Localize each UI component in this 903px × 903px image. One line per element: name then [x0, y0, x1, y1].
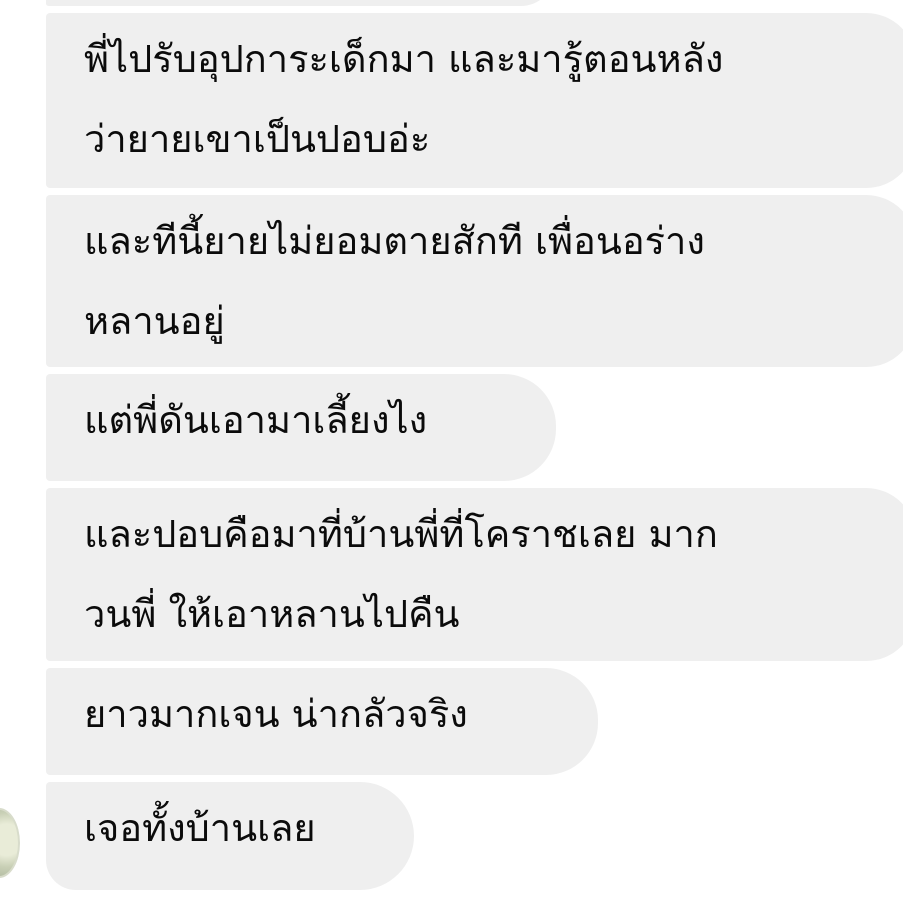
message-text-line: ว่ายายเขาเป็นปอบอ่ะ	[84, 117, 431, 161]
message-text-line: และปอบคือมาที่บ้านพี่ที่โคราชเลย มาก	[84, 512, 718, 556]
message-text-line: วนพี่ ให้เอาหลานไปคืน	[84, 592, 460, 636]
message-bubble[interactable]: และปอบคือมาที่บ้านพี่ที่โคราชเลย มาก วนพ…	[46, 488, 903, 661]
message-bubble[interactable]: พี่ไปรับอุปการะเด็กมา และมารู้ตอนหลัง ว่…	[46, 13, 903, 188]
message-text-line: พี่ไปรับอุปการะเด็กมา และมารู้ตอนหลัง	[84, 37, 724, 81]
message-bubble-last[interactable]: เจอทั้งบ้านเลย	[46, 782, 414, 890]
message-text-line: และทีนี้ยายไม่ยอมตายสักที เพื่อนอร่าง	[84, 219, 705, 263]
message-text-line: ยาวมากเจน น่ากลัวจริง	[84, 692, 468, 736]
message-bubble-cut-off[interactable]	[46, 0, 554, 6]
message-bubble[interactable]: แต่พี่ดันเอามาเลี้ยงไง	[46, 374, 556, 481]
message-text-line: เจอทั้งบ้านเลย	[84, 806, 316, 850]
message-text-line: แต่พี่ดันเอามาเลี้ยงไง	[84, 398, 428, 442]
message-bubble[interactable]: และทีนี้ยายไม่ยอมตายสักที เพื่อนอร่าง หล…	[46, 195, 903, 367]
message-text-line: หลานอยู่	[84, 299, 225, 343]
message-bubble[interactable]: ยาวมากเจน น่ากลัวจริง	[46, 668, 598, 775]
sender-avatar[interactable]	[0, 808, 20, 878]
